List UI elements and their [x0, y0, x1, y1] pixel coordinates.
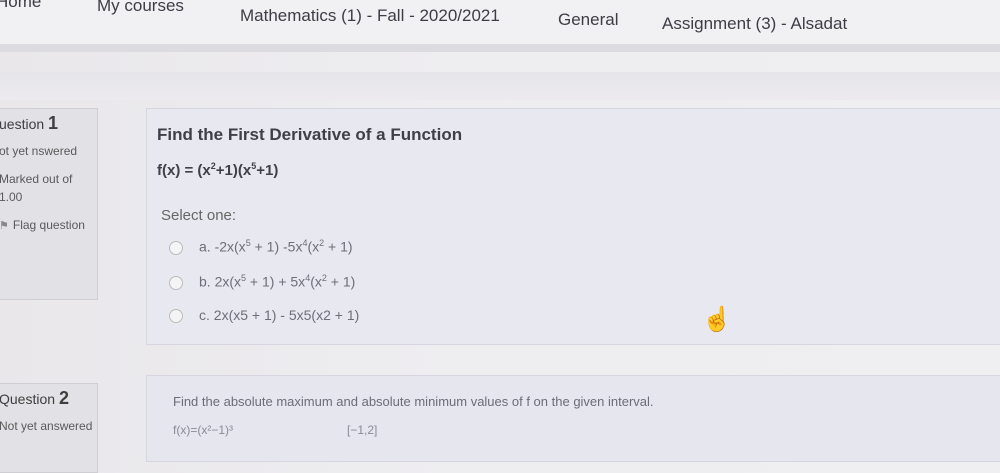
question-number-value: 1: [48, 113, 59, 133]
question-label: Question: [0, 391, 56, 407]
function-part: f(x) = (x: [157, 162, 211, 179]
breadcrumb-home-link[interactable]: Home: [0, 0, 41, 12]
question-1-info: uestion 1 ot yet nswered Marked out of 1…: [0, 108, 98, 300]
radio-button[interactable]: [169, 240, 183, 255]
flag-icon: ⚑: [0, 220, 9, 232]
option-text: c. 2x(x5 + 1) - 5x5(x2 + 1): [199, 307, 360, 323]
option-text: a. -2x(x: [199, 238, 246, 255]
option-text: + 1): [326, 273, 356, 290]
divider: [0, 72, 1000, 100]
question-label: uestion: [0, 116, 45, 132]
question-function: f(x)=(x²−1)³: [173, 423, 233, 437]
option-text: (x: [310, 273, 322, 290]
option-text: (x: [307, 238, 320, 255]
question-2-info: Question 2 Not yet answered: [0, 383, 98, 473]
option-text: b. 2x(x: [199, 273, 242, 290]
question-title: Find the First Derivative of a Function: [157, 125, 463, 144]
question-number: uestion 1: [0, 113, 93, 134]
breadcrumb-my-courses-link[interactable]: My courses: [97, 0, 184, 16]
question-interval: [−1,2]: [347, 423, 378, 437]
answer-option-a[interactable]: a. -2x(x5 + 1) -5x4(x2 + 1): [169, 238, 353, 255]
function-part: +1): [256, 162, 279, 179]
question-state: ot yet nswered: [0, 144, 78, 158]
question-number-value: 2: [58, 388, 69, 408]
answer-option-b[interactable]: b. 2x(x5 + 1) + 5x4(x2 + 1): [169, 273, 355, 290]
option-text: + 1) -5x: [250, 238, 303, 255]
flag-question-link[interactable]: ⚑ Flag question: [0, 216, 93, 235]
question-function: f(x) = (x2+1)(x5+1): [157, 161, 279, 179]
question-grade: Marked out of 1.00: [0, 172, 73, 204]
option-text: + 1): [324, 238, 353, 255]
question-1-content: Find the First Derivative of a Function …: [146, 108, 1000, 345]
flag-question-label: Flag question: [12, 218, 85, 232]
breadcrumb-course-link[interactable]: Mathematics (1) - Fall - 2020/2021: [240, 6, 500, 26]
radio-button[interactable]: [169, 275, 183, 290]
question-2-content: Find the absolute maximum and absolute m…: [146, 375, 1000, 462]
answer-option-c[interactable]: c. 2x(x5 + 1) - 5x5(x2 + 1): [169, 307, 360, 324]
radio-button[interactable]: [169, 309, 183, 324]
question-number: Question 2: [0, 388, 93, 409]
hand-pointer-icon: ☝: [702, 306, 732, 333]
divider: [0, 44, 1000, 52]
option-text: + 1) + 5x: [246, 273, 306, 290]
question-state: Not yet answered: [0, 419, 93, 433]
select-one-label: Select one:: [161, 207, 237, 224]
breadcrumb: Home My courses Mathematics (1) - Fall -…: [0, 0, 1000, 44]
breadcrumb-general-link[interactable]: General: [558, 10, 618, 30]
breadcrumb-assignment-link[interactable]: Assignment (3) - Alsadat: [662, 14, 847, 34]
function-part: +1)(x: [215, 162, 252, 179]
question-text: Find the absolute maximum and absolute m…: [173, 394, 654, 409]
